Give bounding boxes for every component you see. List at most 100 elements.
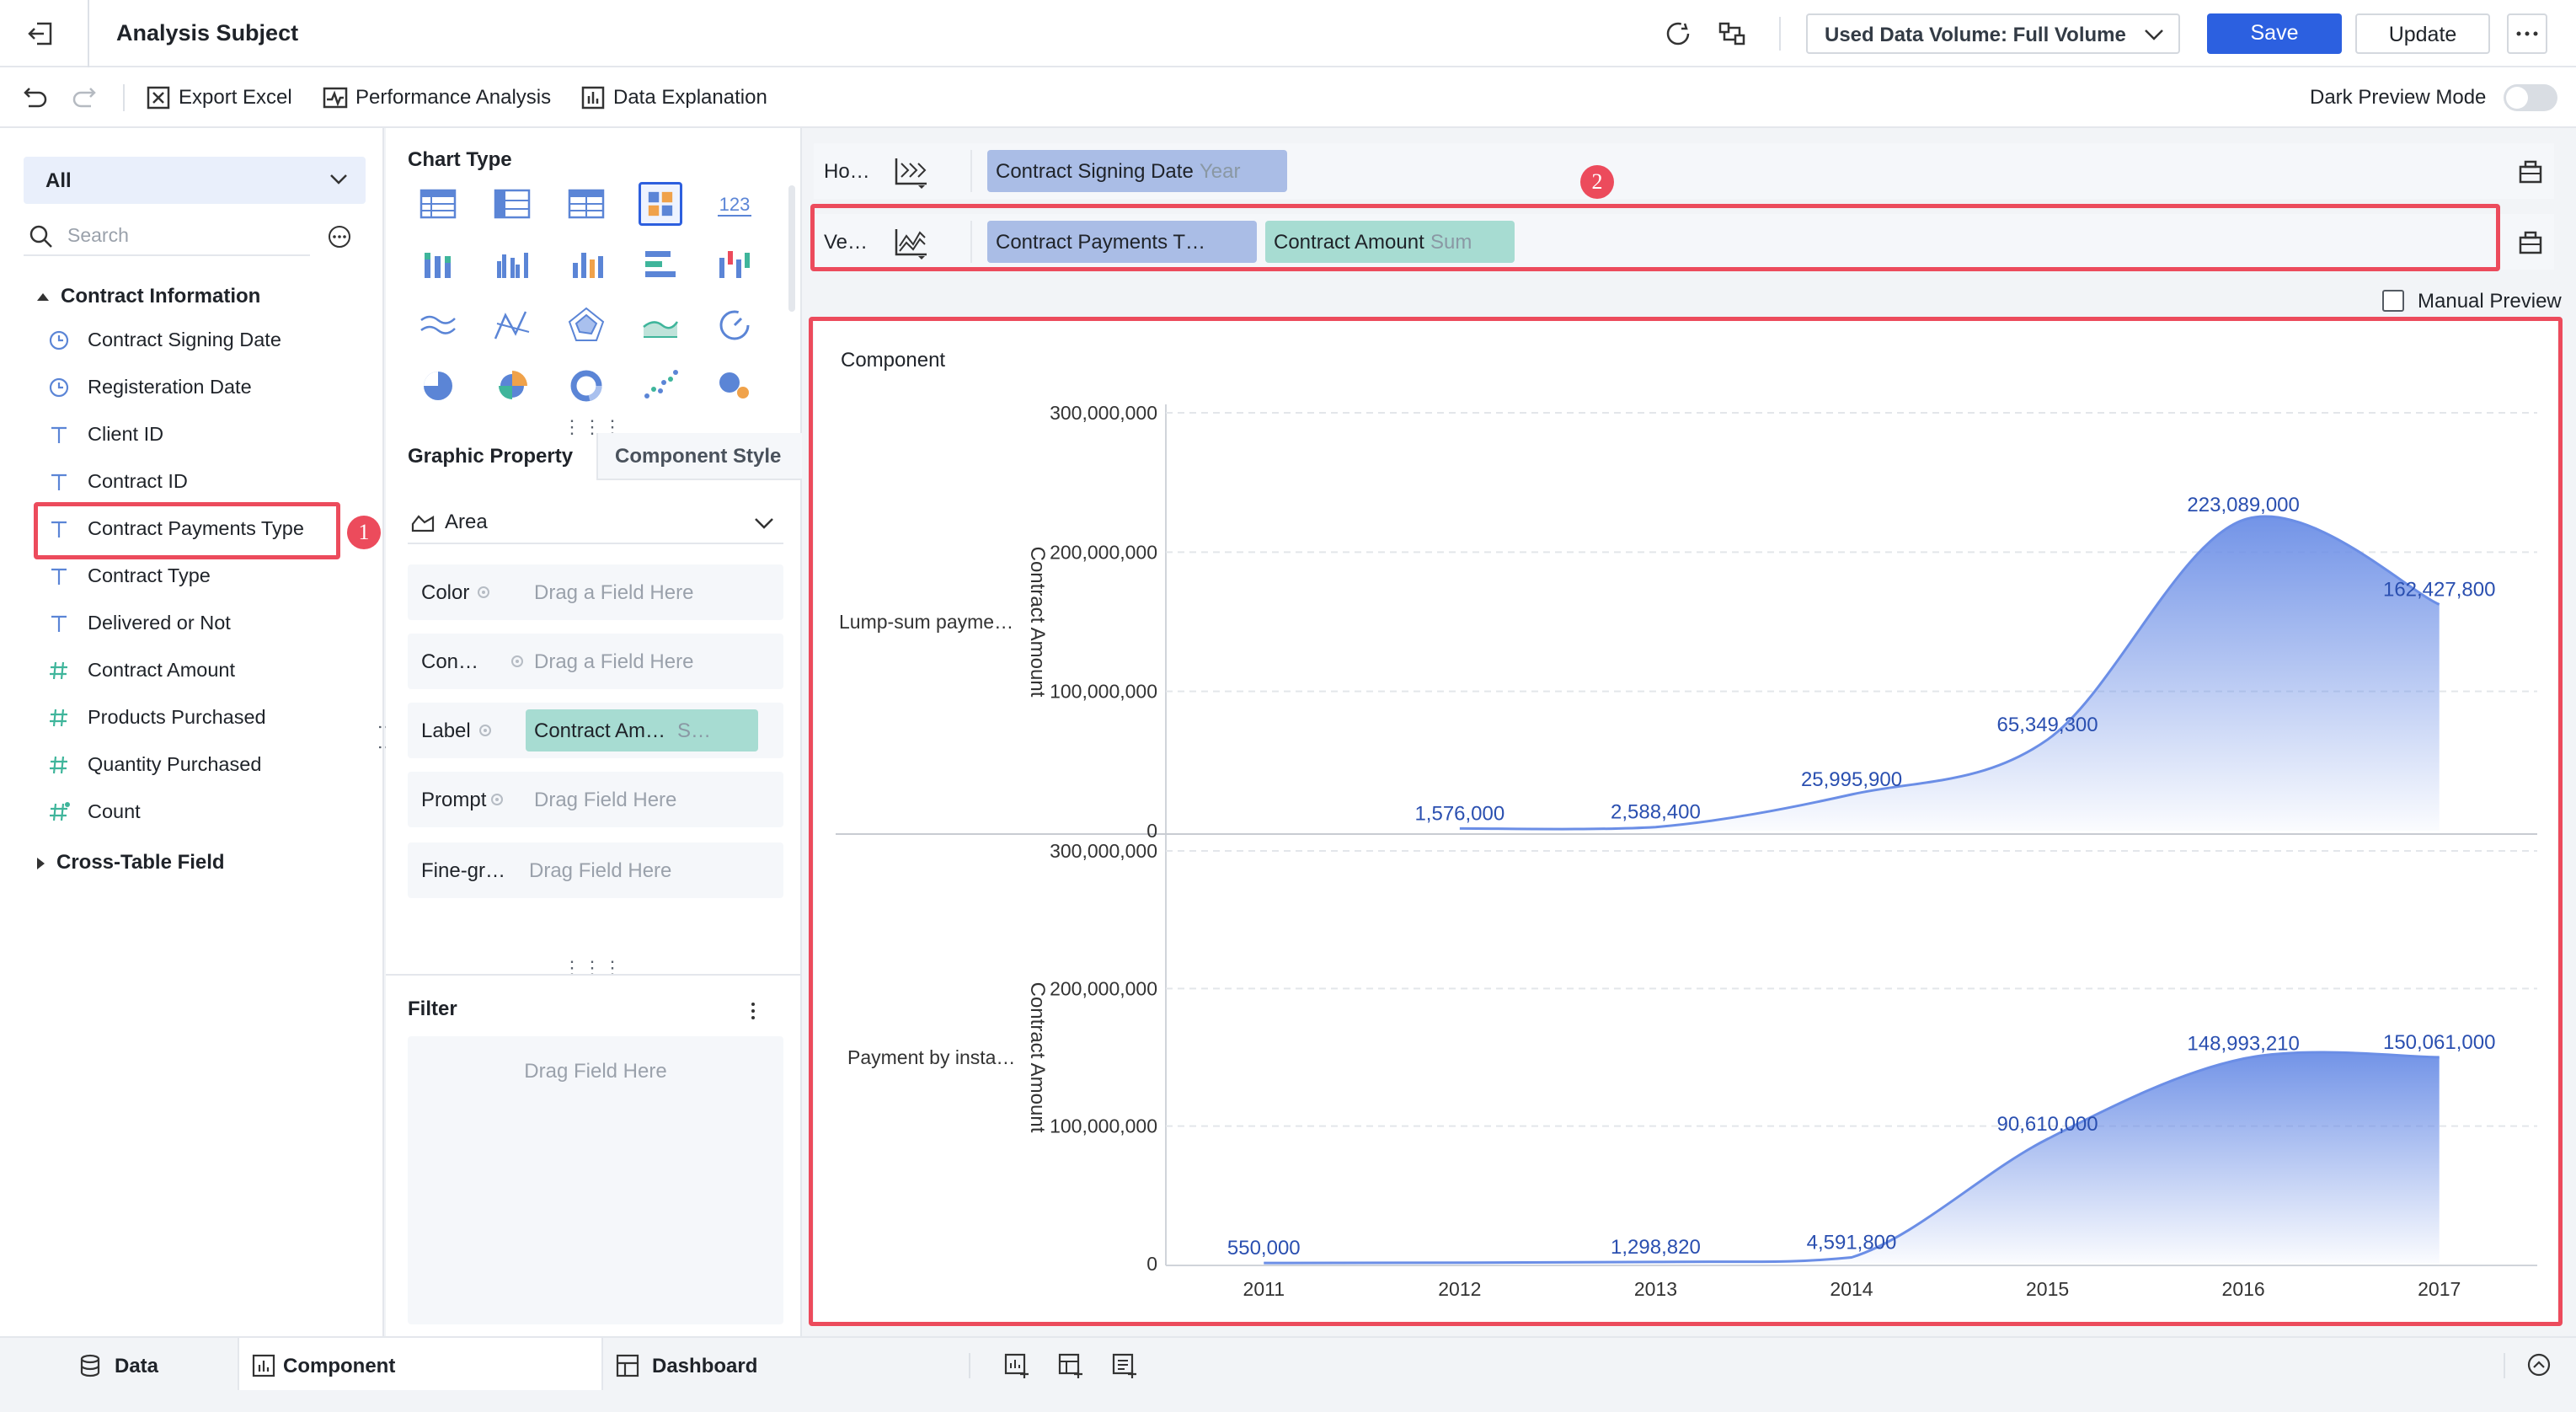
more-button[interactable] [2507,13,2547,54]
group-table-icon[interactable] [564,182,608,226]
more-options-icon[interactable] [327,224,352,249]
tab-component-style[interactable]: Component Style [596,433,802,480]
filter-drop-zone[interactable]: Drag Field Here [408,1036,783,1324]
axis-settings-icon[interactable] [2515,227,2546,258]
tab-label: Component [283,1355,396,1377]
property-color[interactable]: Color Drag a Field Here [408,564,783,620]
radar-chart-icon[interactable] [564,303,608,347]
property-fine-grained[interactable]: Fine-gr… Drag Field Here [408,842,783,898]
label-field-chip[interactable]: Contract Am… S… [526,709,758,751]
property-label: Fine-gr… [421,859,506,882]
resize-handle[interactable]: ⋮⋮⋮ [563,957,623,979]
chart-config-panel: Chart Type 123 ⋮⋮⋮ Graphic Property Comp… [386,128,802,1336]
caret-down-icon [37,293,49,302]
area-chart-icon[interactable] [639,303,682,347]
detail-table-icon[interactable] [490,182,534,226]
performance-analysis-button[interactable]: Performance Analysis [355,86,551,110]
scrollbar[interactable] [788,185,795,312]
manual-preview-checkbox[interactable] [2382,290,2404,312]
line-chart-icon[interactable] [416,303,460,347]
divider [969,1353,970,1378]
chevron-down-icon [330,174,347,185]
gear-icon[interactable] [509,653,526,670]
update-button[interactable]: Update [2355,13,2490,54]
radar-line-icon[interactable] [490,303,534,347]
annotation-badge: 1 [347,516,381,549]
save-button[interactable]: Save [2207,13,2342,54]
field-panel: All Contract Information Contract Signin… [0,128,384,1336]
tab-graphic-property[interactable]: Graphic Property [408,445,573,468]
filter-more-icon[interactable] [748,999,758,1023]
property-label[interactable]: Label Contract Am… S… [408,703,783,758]
tab-label: Data [115,1355,159,1377]
gear-icon[interactable] [489,791,505,808]
chevron-down-icon [755,518,773,529]
group-label: Cross-Table Field [56,851,225,874]
rose-pie-icon[interactable] [490,364,534,408]
add-component-icon[interactable] [1002,1351,1031,1380]
cross-table-icon[interactable] [416,182,460,226]
tab-dashboard[interactable]: Dashboard [615,1338,783,1390]
grouped-bar-icon[interactable] [490,243,534,286]
kpi-number-icon[interactable]: 123 [713,182,756,226]
add-dashboard-icon[interactable] [1056,1351,1085,1380]
manual-preview-label: Manual Preview [2418,290,2562,313]
export-excel-button[interactable]: Export Excel [179,86,292,110]
mark-type-select[interactable]: Area [408,502,783,544]
drop-placeholder: Drag a Field Here [534,581,694,604]
gauge-chart-icon[interactable] [713,303,756,347]
data-explanation-button[interactable]: Data Explanation [613,86,767,110]
field-label: Count [88,800,141,822]
donut-chart-icon[interactable] [564,364,608,408]
bubble-chart-icon[interactable] [713,364,756,408]
horizontal-axis-shelf: Ho… Contract Signing Date Year [814,143,2554,199]
chip-field-name: Contract Am… [534,719,666,742]
data-explanation-icon[interactable] [578,83,608,113]
search-input[interactable] [67,224,303,247]
redo-icon[interactable] [71,83,101,113]
property-label: Color [421,581,470,604]
dark-preview-toggle[interactable] [2504,84,2557,111]
field-scope-select[interactable]: All [24,157,366,204]
bar-chart-icon[interactable] [564,243,608,286]
group-cross-table-field[interactable]: Cross-Table Field [37,851,225,874]
group-label: Contract Information [61,285,261,308]
drop-placeholder: Drag Field Here [529,859,672,882]
performance-icon[interactable] [320,83,350,113]
waterfall-bar-icon[interactable] [713,243,756,286]
property-size[interactable]: Con… Drag a Field Here [408,634,783,689]
pill-field-name: Contract Signing Date [996,160,1194,183]
custom-chart-icon[interactable] [639,182,682,226]
gear-icon[interactable] [475,584,492,601]
property-prompt[interactable]: Prompt Drag Field Here [408,772,783,827]
chevron-down-icon [2145,29,2163,40]
filter-title: Filter [408,997,457,1020]
undo-icon[interactable] [19,83,49,113]
add-story-icon[interactable] [1110,1351,1139,1380]
drop-placeholder: Drag Field Here [534,789,677,811]
tab-component[interactable]: Component [238,1338,603,1390]
group-contract-information[interactable]: Contract Information [37,285,260,308]
bottom-bar: Data Component Dashboard [0,1336,2576,1412]
horizontal-field-pill[interactable]: Contract Signing Date Year [987,150,1287,192]
data-volume-label: Used Data Volume: Full Volume [1825,24,2126,46]
highlight-box-chart [809,317,2563,1326]
relation-icon[interactable] [1715,17,1749,51]
gear-icon[interactable] [477,722,494,739]
axis-settings-icon[interactable] [2515,157,2546,187]
tab-data[interactable]: Data [77,1338,229,1390]
area-mark-icon [411,515,435,532]
horizontal-bar-icon[interactable] [639,243,682,286]
collapse-up-icon[interactable] [2525,1351,2552,1378]
property-label: Con… [421,650,479,673]
refresh-icon[interactable] [1661,17,1695,51]
exit-icon[interactable] [25,17,59,51]
caret-right-icon [37,857,45,869]
horizontal-axis-icon[interactable] [891,153,938,192]
stacked-bar-icon[interactable] [416,243,460,286]
scatter-chart-icon[interactable] [639,364,682,408]
excel-icon[interactable] [143,83,174,113]
tab-label: Component Style [615,445,782,468]
pie-chart-icon[interactable] [416,364,460,408]
data-volume-select[interactable]: Used Data Volume: Full Volume [1806,13,2180,54]
